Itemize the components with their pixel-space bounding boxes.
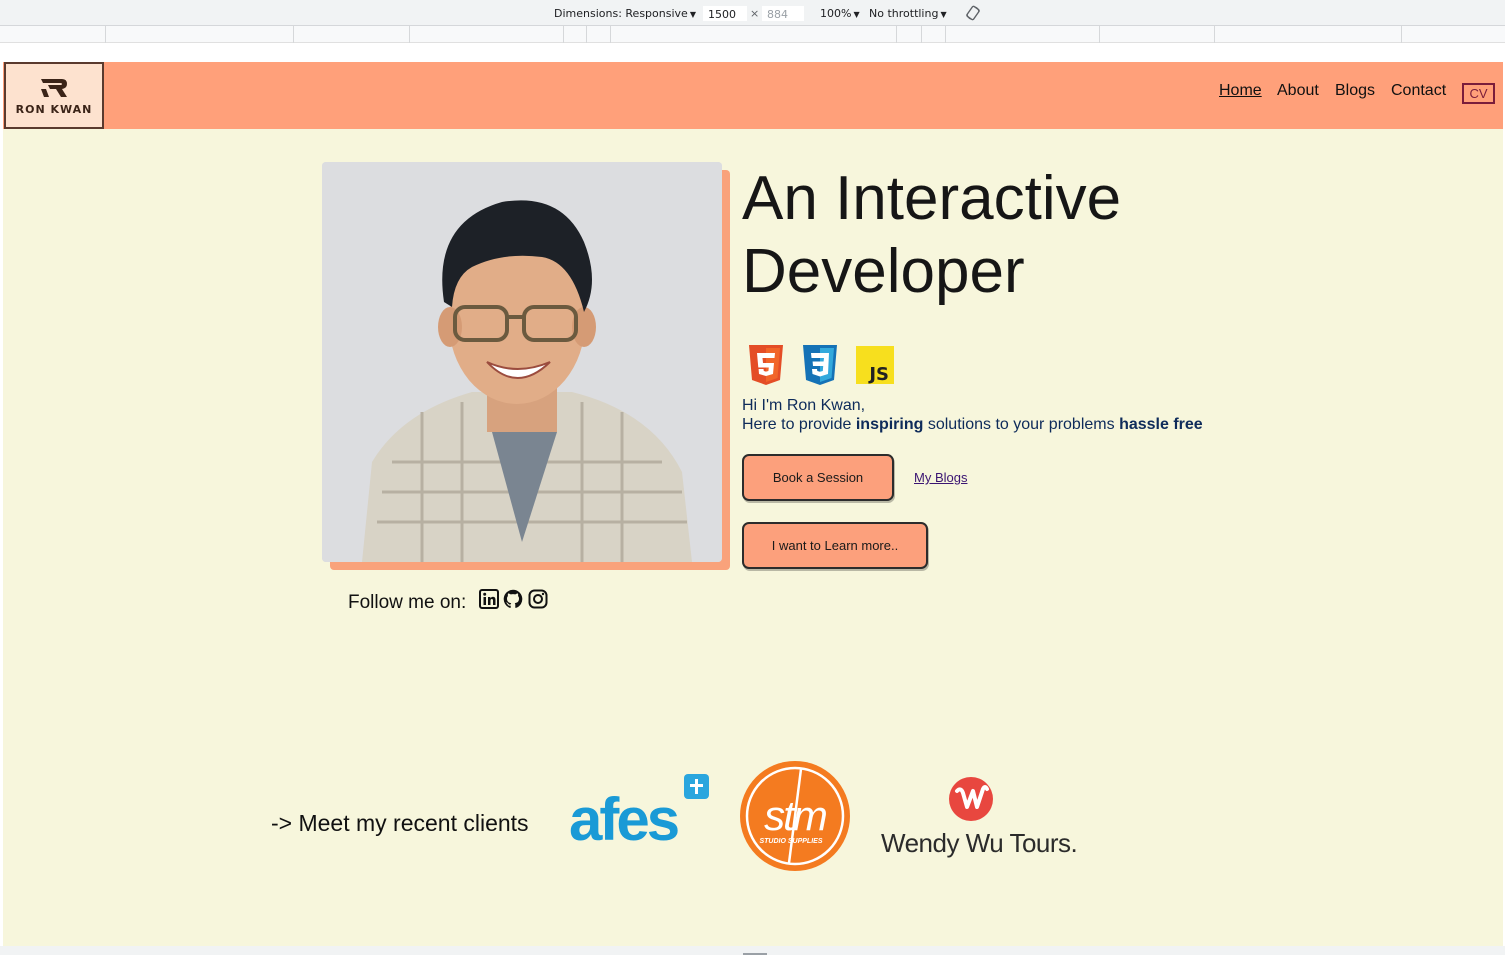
intro-text-bold: inspiring [855, 416, 924, 433]
throttling-label: No throttling [869, 7, 939, 20]
javascript-icon: JS [856, 346, 894, 385]
profile-photo [322, 162, 722, 562]
hero-title: An Interactive Developer [742, 162, 1242, 308]
nav-blogs[interactable]: Blogs [1335, 82, 1375, 100]
html5-icon [749, 345, 783, 385]
cv-button[interactable]: CV [1462, 83, 1495, 104]
instagram-icon[interactable] [528, 589, 548, 609]
media-query-ruler [0, 26, 1505, 43]
devtools-toolbar: Dimensions: Responsive ▼ 1500 × 884 100% ▼… [0, 0, 1505, 26]
logo-text: RON KWAN [15, 103, 93, 116]
intro-line2: Here to provide inspiring solutions to y… [742, 415, 1203, 434]
linkedin-icon[interactable] [479, 589, 499, 609]
stm-logo-text: stm [764, 792, 827, 839]
ron-kwan-logo-mark-icon [41, 79, 67, 97]
throttling-dropdown[interactable]: No throttling ▼ [869, 7, 947, 20]
nav-home[interactable]: Home [1219, 82, 1262, 100]
afes-logo-text: afes [569, 786, 678, 846]
dimensions-label: Dimensions: Responsive [554, 7, 688, 20]
logo[interactable]: RON KWAN [4, 62, 104, 129]
zoom-label: 100% [820, 7, 852, 20]
css3-icon [803, 345, 837, 385]
wendy-wu-tours-logo: Wendy Wu Tours. [881, 777, 1076, 858]
caret-down-icon: ▼ [853, 10, 860, 19]
hero-title-line1: An Interactive [742, 164, 1122, 233]
js-icon-text: JS [867, 364, 889, 385]
site-header: RON KWAN Home About Blogs Contact CV [3, 62, 1503, 129]
intro-line1: Hi I'm Ron Kwan, [742, 397, 866, 414]
caret-down-icon: ▼ [940, 10, 947, 19]
wendy-logo-text: Wendy Wu Tours. [881, 828, 1076, 858]
intro-text-bold: hassle free [1119, 416, 1203, 433]
stm-logo: stm STUDIO SUPPLIES [740, 761, 850, 871]
nav-contact[interactable]: Contact [1391, 82, 1446, 100]
zoom-dropdown[interactable]: 100% ▼ [820, 7, 860, 20]
intro-text-part: Here to provide [742, 416, 856, 433]
height-input[interactable]: 884 [762, 6, 804, 21]
nav-about[interactable]: About [1277, 82, 1319, 100]
intro-text-part: solutions to your problems [923, 416, 1120, 433]
hero-title-line2: Developer [742, 237, 1025, 306]
times-icon: × [750, 7, 760, 20]
page-viewport: RON KWAN Home About Blogs Contact CV An … [3, 62, 1503, 946]
intro-text: Hi I'm Ron Kwan, Here to provide inspiri… [742, 396, 1203, 434]
afes-logo: afes [569, 774, 709, 846]
my-blogs-link[interactable]: My Blogs [914, 470, 967, 485]
stm-logo-subtext: STUDIO SUPPLIES [759, 838, 822, 845]
learn-more-button[interactable]: I want to Learn more.. [742, 522, 928, 569]
github-icon[interactable] [503, 589, 523, 609]
width-input[interactable]: 1500 [703, 6, 747, 21]
dimensions-dropdown[interactable]: Dimensions: Responsive ▼ [554, 7, 696, 20]
clients-label: -> Meet my recent clients [271, 810, 529, 836]
book-session-button[interactable]: Book a Session [742, 454, 894, 501]
rotate-icon[interactable] [965, 5, 981, 21]
follow-label: Follow me on: [348, 592, 467, 613]
caret-down-icon: ▼ [689, 10, 696, 19]
